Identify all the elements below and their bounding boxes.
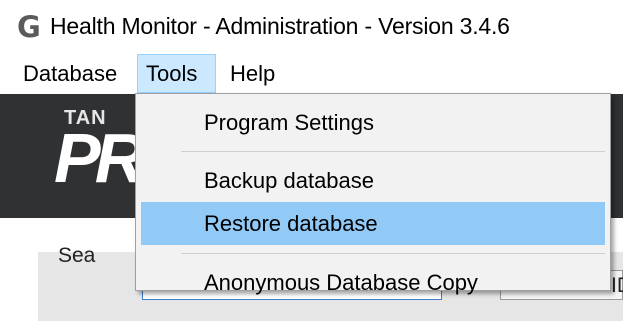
menu-tools[interactable]: Tools (137, 54, 216, 93)
title-bar: G Health Monitor - Administration - Vers… (0, 0, 623, 54)
id-field-label: ID (611, 274, 623, 297)
menu-item-label: Backup database (204, 168, 375, 193)
menu-bar: Database Tools Help (0, 54, 623, 93)
menu-item-anonymous-database-copy[interactable]: Anonymous Database Copy (141, 261, 605, 304)
menu-separator (181, 151, 605, 152)
menu-item-label: Program Settings (204, 110, 374, 135)
search-label: Sea (58, 244, 96, 267)
menu-help[interactable]: Help (222, 54, 283, 93)
app-icon: G (17, 10, 41, 44)
menu-item-label: Anonymous Database Copy (204, 270, 478, 295)
menu-item-restore-database[interactable]: Restore database (141, 202, 605, 245)
menu-separator (181, 253, 605, 254)
window-title: Health Monitor - Administration - Versio… (50, 13, 510, 39)
menu-database[interactable]: Database (15, 54, 125, 93)
tools-dropdown-menu: Program Settings Backup database Restore… (135, 93, 611, 295)
menu-item-program-settings[interactable]: Program Settings (141, 101, 605, 144)
menu-item-label: Restore database (204, 211, 378, 236)
logo-big-text: PR (54, 119, 145, 197)
menu-item-backup-database[interactable]: Backup database (141, 159, 605, 202)
